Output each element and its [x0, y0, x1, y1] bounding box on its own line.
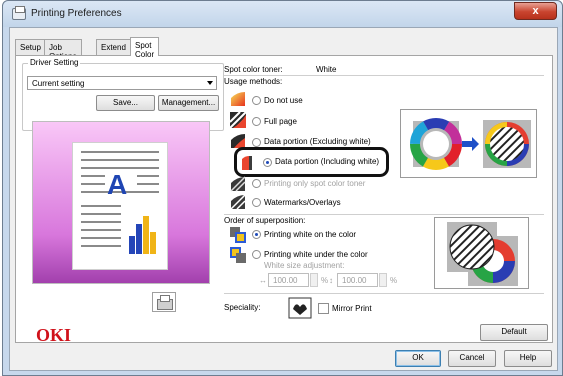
white-size-y-spinner[interactable]: 100.00 — [337, 273, 387, 287]
white-size-adjustment-label: White size adjustment: — [264, 261, 345, 270]
white-under-color-icon — [230, 247, 246, 263]
radio-spot-color-only[interactable] — [252, 179, 261, 188]
mirror-print-checkbox[interactable] — [318, 303, 329, 314]
cancel-button[interactable]: Cancel — [448, 350, 496, 367]
spinner-arrows-icon[interactable] — [379, 273, 387, 287]
usage-method-label: Do not use — [264, 96, 303, 105]
divider — [224, 293, 544, 294]
printing-preferences-window: Printing Preferences x Setup Job Options… — [2, 0, 563, 376]
chart-bar-icon — [129, 236, 135, 254]
oki-logo: OKI — [36, 325, 72, 345]
divider — [224, 75, 544, 76]
printer-icon — [12, 6, 26, 20]
dialog-client-area: Setup Job Options Extend Spot Color Driv… — [9, 27, 558, 371]
order-option-label: Printing white under the color — [264, 250, 368, 259]
radio-white-on-color[interactable] — [252, 230, 261, 239]
mirror-print-label: Mirror Print — [332, 304, 372, 313]
usage-method-label: Watermarks/Overlays — [264, 198, 341, 207]
radio-data-portion-excluding[interactable] — [252, 138, 261, 147]
usage-sample-diagram — [410, 118, 531, 170]
text-line — [137, 175, 159, 177]
spinner-arrows-icon[interactable] — [310, 273, 318, 287]
text-line — [81, 237, 121, 239]
usage-method-label: Full page — [264, 117, 297, 126]
preview-letter: A — [107, 169, 128, 200]
driver-setting-label: Driver Setting — [28, 58, 81, 67]
text-line — [81, 213, 121, 215]
tab-spot-color[interactable]: Spot Color — [130, 37, 160, 59]
watermarks-overlays-icon — [230, 194, 246, 210]
radio-do-not-use[interactable] — [252, 96, 261, 105]
text-line — [81, 159, 159, 161]
height-adjust-icon: ↕ — [329, 276, 333, 285]
white-size-x-value: 100.00 — [273, 276, 298, 285]
mirror-print-icon — [288, 297, 312, 319]
usage-sample-image — [400, 109, 537, 178]
text-line — [81, 221, 121, 223]
text-line — [81, 175, 105, 177]
text-line — [81, 151, 159, 153]
spot-color-toner-value: White — [316, 65, 337, 74]
driver-setting-select[interactable]: Current setting — [27, 76, 217, 90]
text-line — [81, 245, 121, 247]
save-button[interactable]: Save... — [96, 95, 155, 111]
default-button[interactable]: Default — [480, 324, 548, 341]
spot-color-panel: Driver Setting Current setting Save... M… — [15, 55, 553, 345]
radio-watermarks-overlays[interactable] — [252, 198, 261, 207]
window-title: Printing Preferences — [31, 8, 122, 19]
document-preview-icon: A — [72, 142, 168, 270]
full-page-icon — [229, 111, 247, 129]
tab-job-options[interactable]: Job Options — [44, 39, 82, 61]
chart-bar-icon — [150, 232, 156, 254]
radio-full-page[interactable] — [252, 117, 261, 126]
white-size-x-unit: % — [321, 276, 329, 285]
help-button[interactable]: Help — [504, 350, 552, 367]
driver-setting-value: Current setting — [32, 79, 85, 88]
tab-extend[interactable]: Extend — [96, 39, 131, 55]
divider — [224, 214, 544, 215]
text-line — [81, 229, 121, 231]
text-line — [81, 183, 105, 185]
usage-method-label: Printing only spot color toner — [264, 179, 366, 188]
chevron-down-icon — [207, 81, 213, 85]
do-not-use-icon — [231, 92, 245, 106]
close-button[interactable]: x — [514, 2, 557, 20]
selection-highlight — [234, 147, 389, 177]
usage-methods-label: Usage methods: — [224, 77, 283, 86]
preview-image: A — [32, 121, 210, 284]
white-size-y-unit: % — [390, 276, 398, 285]
spot-color-toner-label: Spot color toner: — [224, 65, 283, 74]
order-option-label: Printing white on the color — [264, 230, 357, 239]
printer-preview-icon — [152, 292, 176, 312]
chart-bar-icon — [143, 216, 149, 254]
radio-white-under-color[interactable] — [252, 250, 261, 259]
text-line — [81, 205, 121, 207]
ok-button[interactable]: OK — [395, 350, 441, 367]
title-bar: Printing Preferences x — [3, 1, 562, 27]
text-line — [137, 183, 159, 185]
white-size-x-spinner[interactable]: 100.00 — [268, 273, 318, 287]
speciality-label: Speciality: — [224, 303, 261, 312]
order-of-superposition-label: Order of superposition: — [224, 216, 306, 225]
management-button[interactable]: Management... — [158, 95, 219, 111]
usage-method-label: Data portion (Excluding white) — [264, 137, 371, 146]
superposition-sample-image — [434, 217, 529, 289]
chart-bar-icon — [136, 224, 142, 254]
spot-color-only-icon — [230, 176, 246, 192]
white-size-y-value: 100.00 — [342, 276, 367, 285]
white-on-color-icon — [230, 227, 246, 243]
width-adjust-icon: ↔ — [259, 276, 267, 285]
superposition-sample-diagram — [447, 222, 518, 286]
tab-setup[interactable]: Setup — [15, 39, 46, 55]
